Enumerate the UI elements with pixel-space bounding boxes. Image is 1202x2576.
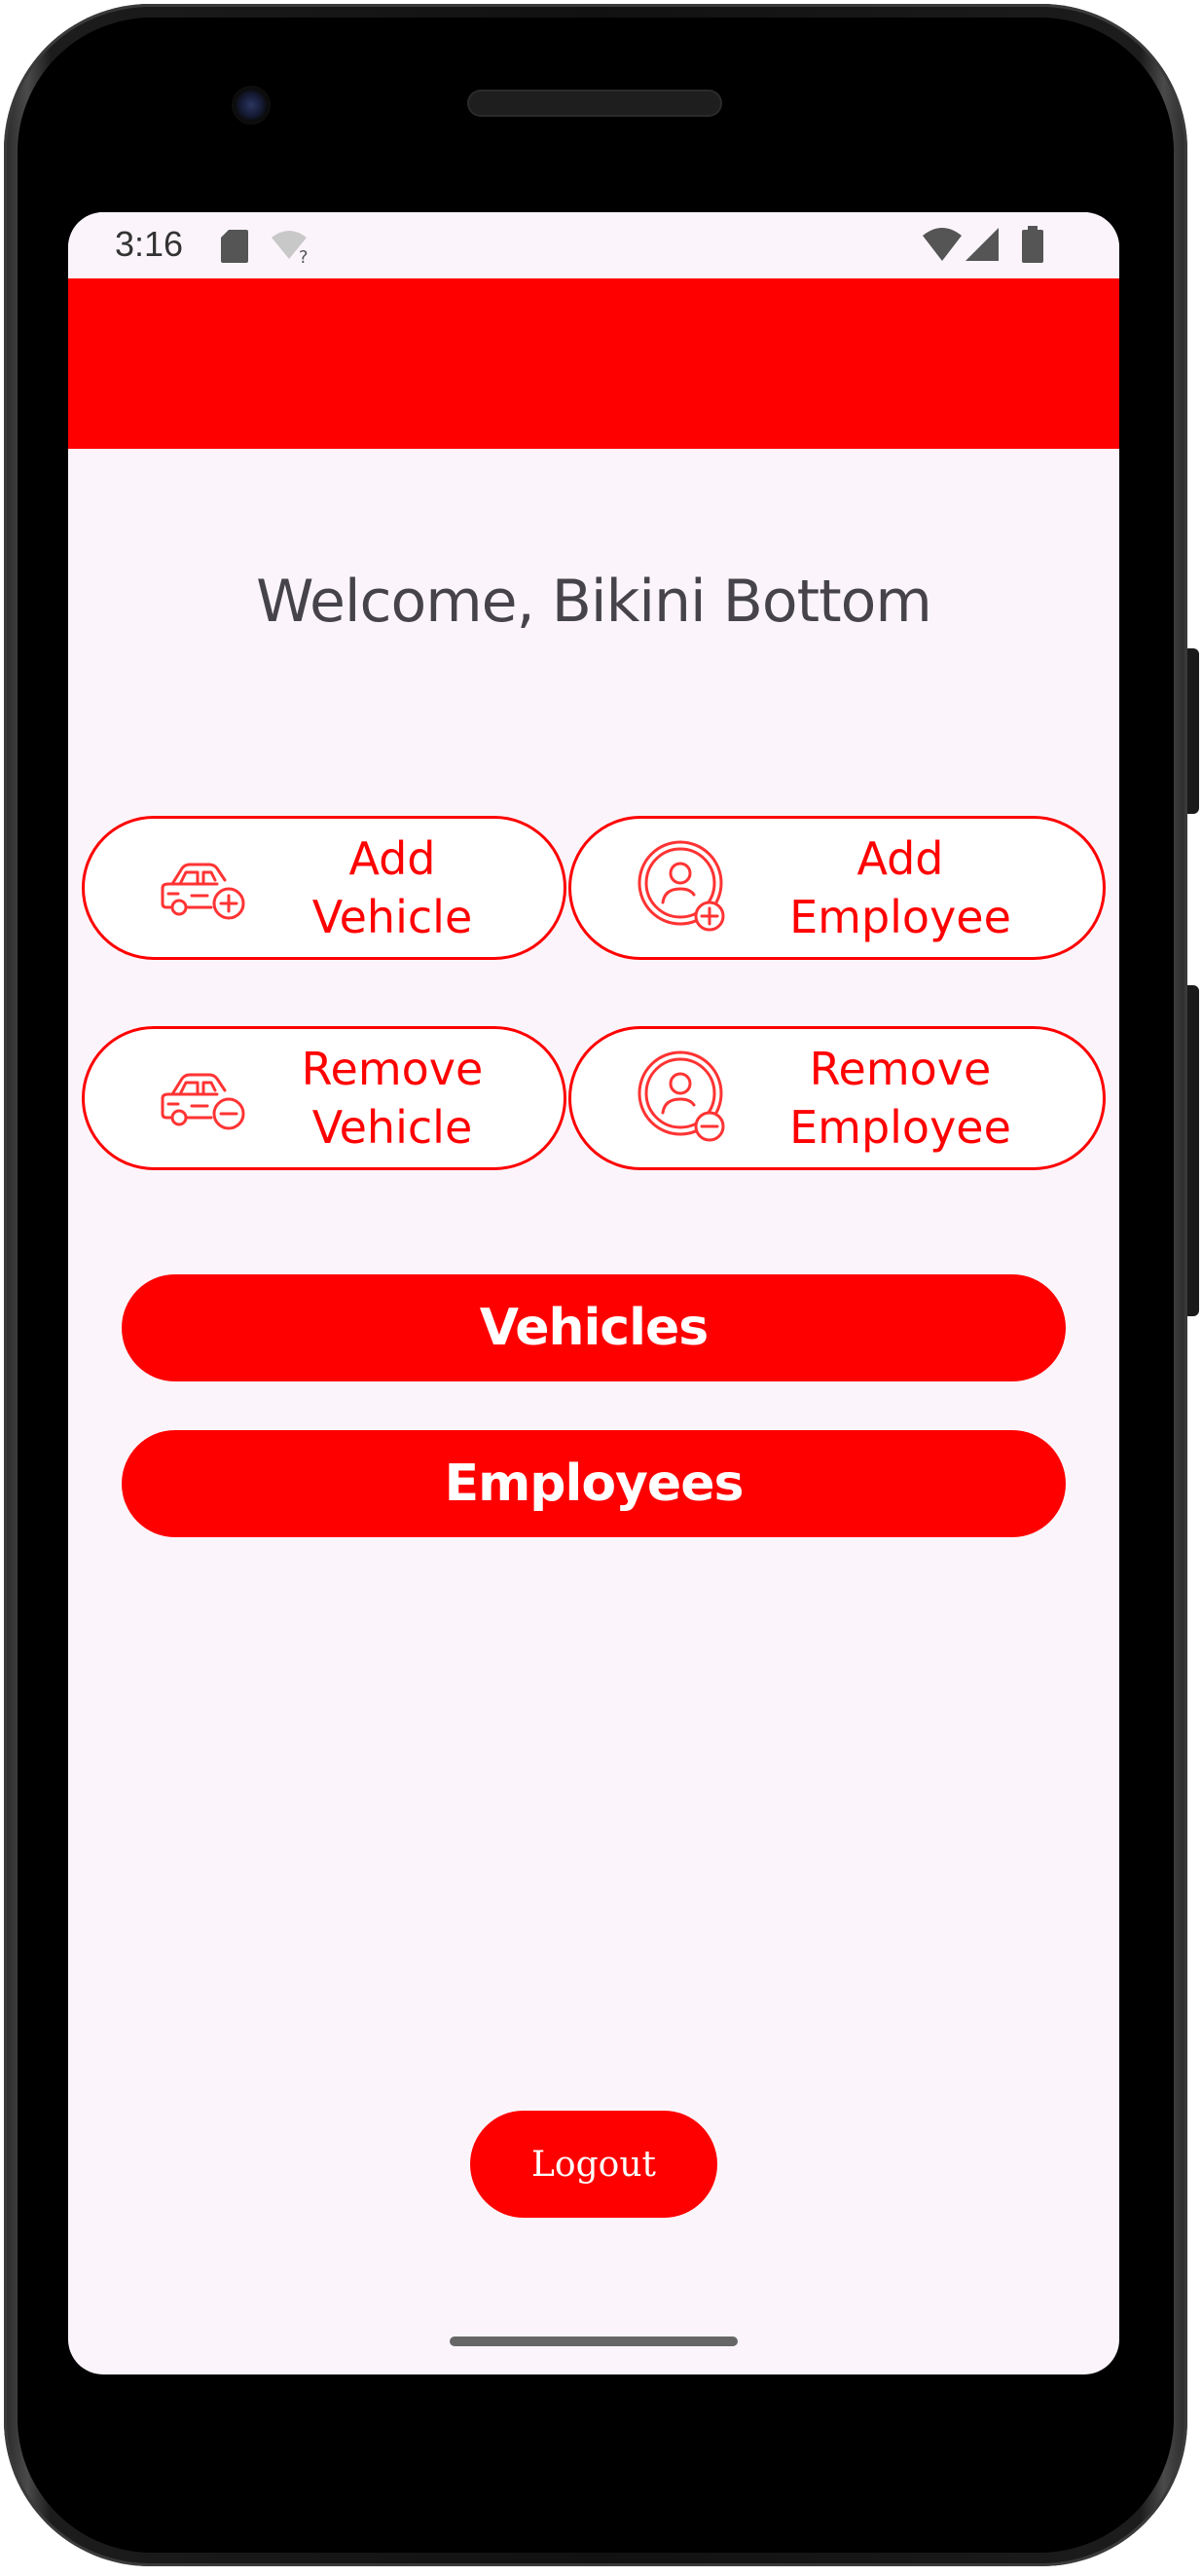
app-screen: 3:16 ? Welcome, Bikini Bottom Add Vehicl… <box>68 212 1119 2374</box>
earpiece-speaker <box>467 90 722 117</box>
cell-signal-icon <box>965 228 999 261</box>
power-button <box>1187 648 1199 814</box>
add-vehicle-button[interactable]: Add Vehicle <box>82 816 566 960</box>
remove-vehicle-label: Remove Vehicle <box>301 1043 484 1154</box>
add-vehicle-label: Add Vehicle <box>311 832 473 943</box>
logout-button[interactable]: Logout <box>470 2111 717 2218</box>
sd-card-icon <box>221 230 248 263</box>
svg-text:?: ? <box>299 247 309 265</box>
wifi-question-icon: ? <box>272 231 309 265</box>
vehicles-button[interactable]: Vehicles <box>122 1274 1066 1381</box>
front-camera <box>232 86 271 125</box>
add-employee-button[interactable]: Add Employee <box>568 816 1106 960</box>
welcome-heading: Welcome, Bikini Bottom <box>256 568 932 636</box>
employees-button[interactable]: Employees <box>122 1430 1066 1537</box>
app-bar <box>68 278 1119 449</box>
status-time: 3:16 <box>115 224 184 264</box>
user-add-icon <box>637 840 725 932</box>
user-remove-icon <box>637 1050 725 1142</box>
car-add-icon <box>161 863 245 920</box>
remove-employee-button[interactable]: Remove Employee <box>568 1026 1106 1170</box>
car-remove-icon <box>161 1073 245 1130</box>
remove-employee-label: Remove Employee <box>789 1043 1011 1154</box>
add-employee-label: Add Employee <box>789 832 1011 943</box>
battery-icon <box>1022 226 1043 263</box>
remove-vehicle-button[interactable]: Remove Vehicle <box>82 1026 566 1170</box>
wifi-icon <box>923 228 962 261</box>
volume-button <box>1187 985 1199 1316</box>
gesture-nav-handle[interactable] <box>450 2337 738 2346</box>
status-bar: 3:16 ? <box>68 212 1119 278</box>
